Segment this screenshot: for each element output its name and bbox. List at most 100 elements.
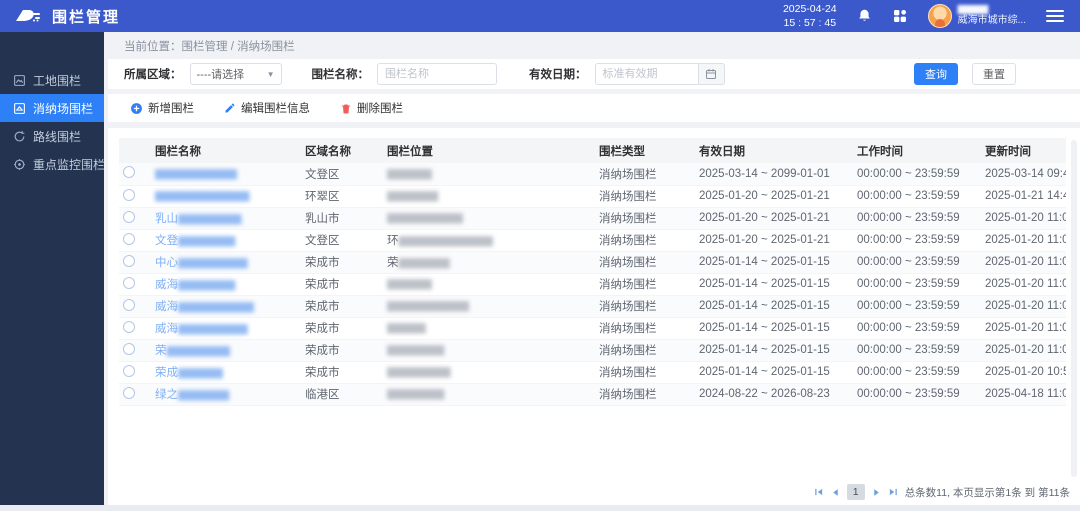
fence-type-cell: 消纳场围栏 bbox=[595, 273, 695, 295]
fence-type-cell: 消纳场围栏 bbox=[595, 229, 695, 251]
fence-name-link[interactable]: ▇▇▇▇▇▇▇▇▇▇▇▇▇▇▇ bbox=[155, 190, 248, 202]
plus-circle-icon bbox=[130, 102, 143, 115]
position-redacted: ▇▇▇▇▇▇▇▇▇▇▇▇▇▇▇ bbox=[399, 236, 492, 247]
sidebar-item-route-fence[interactable]: 路线围栏 bbox=[0, 122, 104, 150]
fence-name-link[interactable]: 绿之▇▇▇▇▇▇▇▇ bbox=[155, 389, 228, 401]
chevron-down-icon: ▼ bbox=[267, 70, 275, 79]
hamburger-menu-icon[interactable] bbox=[1046, 10, 1064, 22]
user-profile[interactable]: ▇▇▇▇▇ 威海市城市综... bbox=[928, 4, 1026, 28]
sidebar-item-label: 重点监控围栏 bbox=[33, 156, 105, 173]
region-cell: 荣成市 bbox=[301, 273, 383, 295]
vertical-scrollbar[interactable] bbox=[1071, 140, 1077, 477]
sidebar-item-construction-fence[interactable]: 工地围栏 bbox=[0, 66, 104, 94]
update-time-cell: 2025-01-20 11:00:00 bbox=[981, 207, 1066, 229]
fence-name-visible: 威海 bbox=[155, 301, 178, 313]
row-radio[interactable] bbox=[123, 189, 135, 201]
row-radio[interactable] bbox=[123, 277, 135, 289]
position-redacted: ▇▇▇▇▇▇▇▇▇ bbox=[387, 345, 443, 356]
app-logo-icon bbox=[14, 7, 42, 25]
reset-button[interactable]: 重置 bbox=[972, 63, 1016, 85]
col-update-time: 更新时间 bbox=[981, 138, 1066, 163]
row-radio[interactable] bbox=[123, 233, 135, 245]
calendar-icon bbox=[705, 68, 717, 80]
valid-date-cell: 2025-01-20 ~ 2025-01-21 bbox=[695, 229, 853, 251]
fence-name-visible: 威海 bbox=[155, 323, 178, 335]
work-time-cell: 00:00:00 ~ 23:59:59 bbox=[853, 185, 981, 207]
bottom-strip bbox=[0, 505, 1080, 511]
fence-name-link[interactable]: 乳山▇▇▇▇▇▇▇▇▇▇ bbox=[155, 213, 240, 225]
fence-name-link[interactable]: ▇▇▇▇▇▇▇▇▇▇▇▇▇ bbox=[155, 168, 235, 180]
last-page-button[interactable] bbox=[888, 487, 898, 497]
position-visible: 荣 bbox=[387, 257, 399, 269]
fence-name-redacted: ▇▇▇▇▇▇▇ bbox=[178, 368, 221, 379]
update-time-cell: 2025-03-14 09:42:16 bbox=[981, 163, 1066, 185]
fence-name-redacted: ▇▇▇▇▇▇▇▇▇▇▇▇▇▇▇ bbox=[155, 191, 248, 202]
fence-type-cell: 消纳场围栏 bbox=[595, 339, 695, 361]
date-text: 2025-04-24 bbox=[783, 2, 837, 16]
user-org-label: 威海市城市综... bbox=[958, 15, 1026, 28]
valid-date-input[interactable] bbox=[595, 63, 699, 85]
sidebar-item-key-monitoring-fence[interactable]: 重点监控围栏 bbox=[0, 150, 104, 178]
sidebar-item-disposal-site-fence[interactable]: 消纳场围栏 bbox=[0, 94, 104, 122]
row-radio[interactable] bbox=[123, 343, 135, 355]
table-body: ▇▇▇▇▇▇▇▇▇▇▇▇▇ 文登区 ▇▇▇▇▇▇▇ 消纳场围栏 2025-03-… bbox=[119, 163, 1066, 405]
add-fence-label: 新增围栏 bbox=[148, 100, 194, 116]
fence-name-redacted: ▇▇▇▇▇▇▇▇▇▇▇ bbox=[178, 258, 246, 269]
frame-picture-icon bbox=[13, 74, 26, 87]
col-fence-name: 围栏名称 bbox=[151, 138, 301, 163]
calendar-icon-button[interactable] bbox=[699, 63, 725, 85]
bell-icon[interactable] bbox=[857, 8, 872, 24]
delete-fence-button[interactable]: 删除围栏 bbox=[340, 100, 403, 116]
valid-date-cell: 2025-01-14 ~ 2025-01-15 bbox=[695, 251, 853, 273]
row-radio[interactable] bbox=[123, 255, 135, 267]
user-name-redacted: ▇▇▇▇▇ bbox=[958, 4, 1026, 15]
work-time-cell: 00:00:00 ~ 23:59:59 bbox=[853, 295, 981, 317]
next-page-button[interactable] bbox=[872, 488, 881, 497]
work-time-cell: 00:00:00 ~ 23:59:59 bbox=[853, 273, 981, 295]
add-fence-button[interactable]: 新增围栏 bbox=[130, 100, 194, 116]
delete-fence-label: 删除围栏 bbox=[357, 100, 403, 116]
sidebar-item-label: 路线围栏 bbox=[33, 128, 81, 145]
region-cell: 乳山市 bbox=[301, 207, 383, 229]
fence-name-visible: 绿之 bbox=[155, 389, 178, 401]
fence-name-redacted: ▇▇▇▇▇▇▇▇▇▇▇▇▇ bbox=[155, 169, 235, 180]
valid-date-cell: 2025-01-20 ~ 2025-01-21 bbox=[695, 207, 853, 229]
row-radio[interactable] bbox=[123, 321, 135, 333]
region-select[interactable]: ----请选择 ▼ bbox=[190, 63, 282, 85]
fence-name-redacted: ▇▇▇▇▇▇▇▇▇▇▇▇ bbox=[178, 302, 252, 313]
position-redacted: ▇▇▇▇▇▇▇▇▇▇ bbox=[387, 367, 449, 378]
first-page-button[interactable] bbox=[814, 487, 824, 497]
fence-name-link[interactable]: 威海▇▇▇▇▇▇▇▇▇ bbox=[155, 279, 234, 291]
row-radio[interactable] bbox=[123, 365, 135, 377]
fence-area-icon bbox=[13, 102, 26, 115]
row-radio[interactable] bbox=[123, 299, 135, 311]
fence-name-link[interactable]: 中心▇▇▇▇▇▇▇▇▇▇▇ bbox=[155, 257, 246, 269]
row-radio[interactable] bbox=[123, 166, 135, 178]
row-radio[interactable] bbox=[123, 211, 135, 223]
fence-name-redacted: ▇▇▇▇▇▇▇▇▇ bbox=[178, 280, 234, 291]
position-redacted: ▇▇▇▇▇▇▇▇ bbox=[387, 191, 437, 202]
prev-page-button[interactable] bbox=[831, 488, 840, 497]
row-radio[interactable] bbox=[123, 387, 135, 399]
sidebar: 工地围栏 消纳场围栏 路线围栏 重点监控围栏 bbox=[0, 32, 104, 505]
fence-name-visible: 中心 bbox=[155, 257, 178, 269]
apps-grid-icon[interactable] bbox=[892, 8, 908, 24]
update-time-cell: 2025-01-20 11:02:48 bbox=[981, 273, 1066, 295]
col-fence-position: 围栏位置 bbox=[383, 138, 595, 163]
fence-type-cell: 消纳场围栏 bbox=[595, 251, 695, 273]
fence-name-link[interactable]: 荣▇▇▇▇▇▇▇▇▇▇ bbox=[155, 345, 228, 357]
time-text: 15 : 57 : 45 bbox=[783, 16, 837, 30]
edit-fence-button[interactable]: 编辑围栏信息 bbox=[224, 100, 310, 116]
edit-fence-label: 编辑围栏信息 bbox=[241, 100, 310, 116]
fence-name-input[interactable] bbox=[377, 63, 497, 85]
search-button[interactable]: 查询 bbox=[914, 63, 958, 85]
position-redacted: ▇▇▇▇▇▇▇▇▇▇▇▇▇ bbox=[387, 301, 467, 312]
sidebar-item-label: 工地围栏 bbox=[33, 72, 81, 89]
fence-name-link[interactable]: 文登▇▇▇▇▇▇▇▇▇ bbox=[155, 235, 234, 247]
page-number[interactable]: 1 bbox=[847, 484, 865, 500]
radio-column-header bbox=[119, 138, 151, 163]
fence-name-link[interactable]: 荣成▇▇▇▇▇▇▇ bbox=[155, 367, 221, 379]
avatar[interactable] bbox=[928, 4, 952, 28]
fence-name-link[interactable]: 威海▇▇▇▇▇▇▇▇▇▇▇▇ bbox=[155, 301, 252, 313]
fence-name-link[interactable]: 威海▇▇▇▇▇▇▇▇▇▇▇ bbox=[155, 323, 246, 335]
